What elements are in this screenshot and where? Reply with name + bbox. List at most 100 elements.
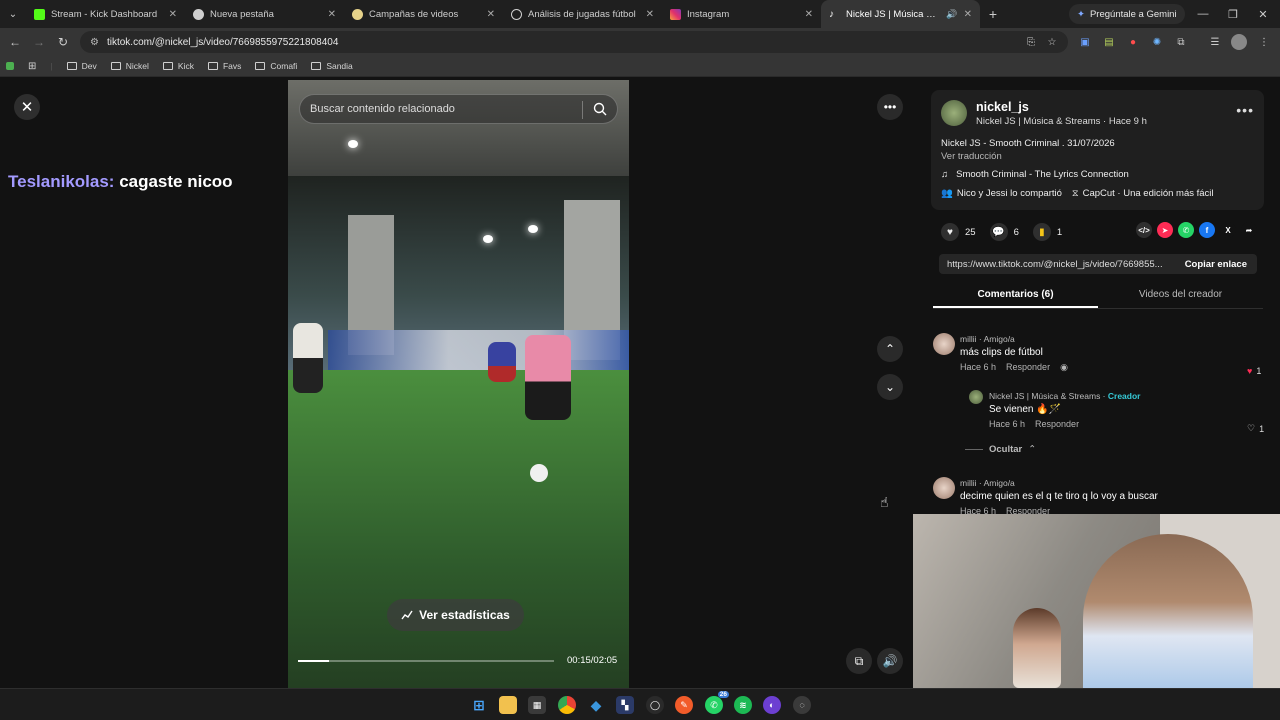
reply-button[interactable]: Responder <box>1006 362 1050 373</box>
close-tab-icon[interactable]: ✕ <box>646 9 654 20</box>
copy-link-row: https://www.tiktok.com/@nickel_js/video/… <box>939 254 1257 274</box>
minimize-button[interactable]: — <box>1188 0 1218 28</box>
tab-instagram[interactable]: Instagram ✕ <box>662 0 821 28</box>
whatsapp-icon[interactable]: ✆ <box>1178 222 1194 238</box>
tab-tiktok[interactable]: ♪ Nickel JS | Música & Streams 🔊 ✕ <box>821 0 980 28</box>
previous-video-button[interactable]: ⌃ <box>877 336 903 362</box>
comment-like-button[interactable]: ♡ 1 <box>1247 423 1264 434</box>
close-window-button[interactable]: ✕ <box>1248 0 1278 28</box>
record-extension-icon[interactable]: ● <box>1125 34 1141 50</box>
reload-button[interactable]: ↻ <box>51 30 75 54</box>
extensions-puzzle-icon[interactable]: ⧉ <box>1173 34 1189 50</box>
next-video-button[interactable]: ⌄ <box>877 374 903 400</box>
close-tab-icon[interactable]: ✕ <box>487 9 495 20</box>
extension-icon[interactable]: ▤ <box>1101 34 1117 50</box>
video-progress-bar[interactable] <box>298 660 554 662</box>
address-bar[interactable]: ⚙ tiktok.com/@nickel_js/video/7669855975… <box>80 31 1068 53</box>
x-icon[interactable]: X <box>1220 222 1236 238</box>
close-tab-icon[interactable]: ✕ <box>805 9 813 20</box>
profile-avatar-icon[interactable] <box>1231 34 1247 50</box>
bookmark-folder-dev[interactable]: Dev <box>66 61 97 71</box>
translate-extension-icon[interactable]: ▣ <box>1077 34 1093 50</box>
tab-creator-videos[interactable]: Videos del creador <box>1098 285 1263 308</box>
floating-player-button[interactable]: ⧉ <box>846 648 872 674</box>
related-search-input[interactable]: Buscar contenido relacionado <box>299 94 618 124</box>
atom-extension-icon[interactable]: ✺ <box>1149 34 1165 50</box>
tab-kick-dashboard[interactable]: Stream - Kick Dashboard ✕ <box>26 0 185 28</box>
like-button[interactable]: ♥ 25 <box>941 223 976 241</box>
post-link[interactable]: https://www.tiktok.com/@nickel_js/video/… <box>939 259 1175 270</box>
commenter-avatar[interactable] <box>933 333 955 355</box>
tab-comments[interactable]: Comentarios (6) <box>933 285 1098 308</box>
gemini-button[interactable]: ✦ Pregúntale a Gemini <box>1069 4 1185 24</box>
volume-button[interactable]: 🔊 <box>877 648 903 674</box>
tab-new-tab[interactable]: Nueva pestaña ✕ <box>185 0 344 28</box>
folder-icon <box>110 62 121 70</box>
view-stats-button[interactable]: Ver estadísticas <box>387 599 524 631</box>
video-player[interactable]: Buscar contenido relacionado Ver estadís… <box>288 80 629 688</box>
bookmark-app-icon[interactable] <box>6 62 14 70</box>
github-icon[interactable]: ◯ <box>646 696 664 714</box>
apps-grid-icon[interactable]: ⊞ <box>28 61 36 72</box>
commenter-avatar[interactable] <box>933 477 955 499</box>
creator-avatar[interactable] <box>941 100 967 126</box>
bookmark-star-icon[interactable]: ☆ <box>1044 34 1060 50</box>
close-video-button[interactable]: ✕ <box>14 94 40 120</box>
facebook-icon[interactable]: f <box>1199 222 1215 238</box>
creator-username[interactable]: nickel_js <box>976 100 1029 114</box>
close-tab-icon[interactable]: ✕ <box>328 9 336 20</box>
bookmark-folder-sandia[interactable]: Sandia <box>311 61 353 71</box>
send-icon[interactable]: ➤ <box>1157 222 1173 238</box>
tab-campaigns[interactable]: Campañas de videos ✕ <box>344 0 503 28</box>
vscode-icon[interactable]: ◆ <box>587 696 605 714</box>
search-icon[interactable] <box>593 102 607 116</box>
windows-start-icon[interactable]: ⊞ <box>470 696 488 714</box>
arrow-right-icon: → <box>33 35 45 49</box>
back-button[interactable]: ← <box>3 30 27 54</box>
store-icon[interactable]: ▦ <box>528 696 546 714</box>
bookmark-folder-comafi[interactable]: Comafi <box>255 61 297 71</box>
close-tab-icon[interactable]: ✕ <box>964 9 972 20</box>
music-link[interactable]: ♫ Smooth Criminal - The Lyrics Connectio… <box>941 169 1129 180</box>
creator-reply-avatar[interactable] <box>969 390 983 404</box>
chrome-taskbar-icon[interactable] <box>558 696 576 714</box>
chat-username: Teslanikolas: <box>8 172 115 191</box>
hide-replies-button[interactable]: Ocultar ⌃ <box>965 444 1036 455</box>
terminal-icon[interactable]: ▚ <box>616 696 634 714</box>
spotify-icon[interactable]: ≋ <box>734 696 752 714</box>
music-note-icon: ♫ <box>941 169 949 180</box>
kebab-menu-icon[interactable]: ⋮ <box>1256 34 1272 50</box>
forward-button[interactable]: → <box>27 30 51 54</box>
file-explorer-icon[interactable] <box>499 696 517 714</box>
restore-button[interactable]: ❐ <box>1218 0 1248 28</box>
speaker-icon[interactable]: 🔊 <box>946 9 957 20</box>
reply-button[interactable]: Responder <box>1035 419 1079 429</box>
obs-icon[interactable]: ◐ <box>763 696 781 714</box>
bookmark-folder-kick[interactable]: Kick <box>162 61 194 71</box>
postman-icon[interactable]: ✎ <box>675 696 693 714</box>
post-more-icon[interactable]: ••• <box>1236 102 1254 118</box>
tab-search-button[interactable]: ⌄ <box>0 0 26 28</box>
close-tab-icon[interactable]: ✕ <box>169 9 177 20</box>
save-button[interactable]: ▮ 1 <box>1032 223 1062 241</box>
new-tab-button[interactable]: + <box>980 6 1006 22</box>
bookmark-folder-nickel[interactable]: Nickel <box>110 61 149 71</box>
app-taskbar-icon[interactable]: ◌ <box>793 696 811 714</box>
comment-like-button[interactable]: ♥ 1 <box>1247 366 1261 376</box>
site-info-icon[interactable]: ⚙ <box>90 37 99 48</box>
share-arrow-icon[interactable]: ➦ <box>1241 222 1257 238</box>
shared-by-link[interactable]: 👥 Nico y Jessi lo compartió <box>941 188 1062 199</box>
more-options-button[interactable]: ••• <box>877 94 903 120</box>
install-app-icon[interactable]: ⎘ <box>1023 34 1039 50</box>
whatsapp-taskbar-icon[interactable]: ✆ 26 <box>705 691 729 714</box>
hand-cursor-icon: ☝ <box>880 494 889 510</box>
comment-button[interactable]: 💬 6 <box>989 223 1019 241</box>
campaign-icon <box>352 8 363 20</box>
reading-list-icon[interactable]: ☰ <box>1207 34 1223 50</box>
capcut-link[interactable]: ⧖ CapCut · Una edición más fácil <box>1072 188 1214 199</box>
bookmark-folder-favs[interactable]: Favs <box>207 61 241 71</box>
tab-football-analysis[interactable]: Análisis de jugadas fútbol ✕ <box>503 0 662 28</box>
embed-icon[interactable]: </> <box>1136 222 1152 238</box>
see-translation-link[interactable]: Ver traducción <box>941 151 1002 162</box>
copy-link-button[interactable]: Copiar enlace <box>1175 259 1257 270</box>
